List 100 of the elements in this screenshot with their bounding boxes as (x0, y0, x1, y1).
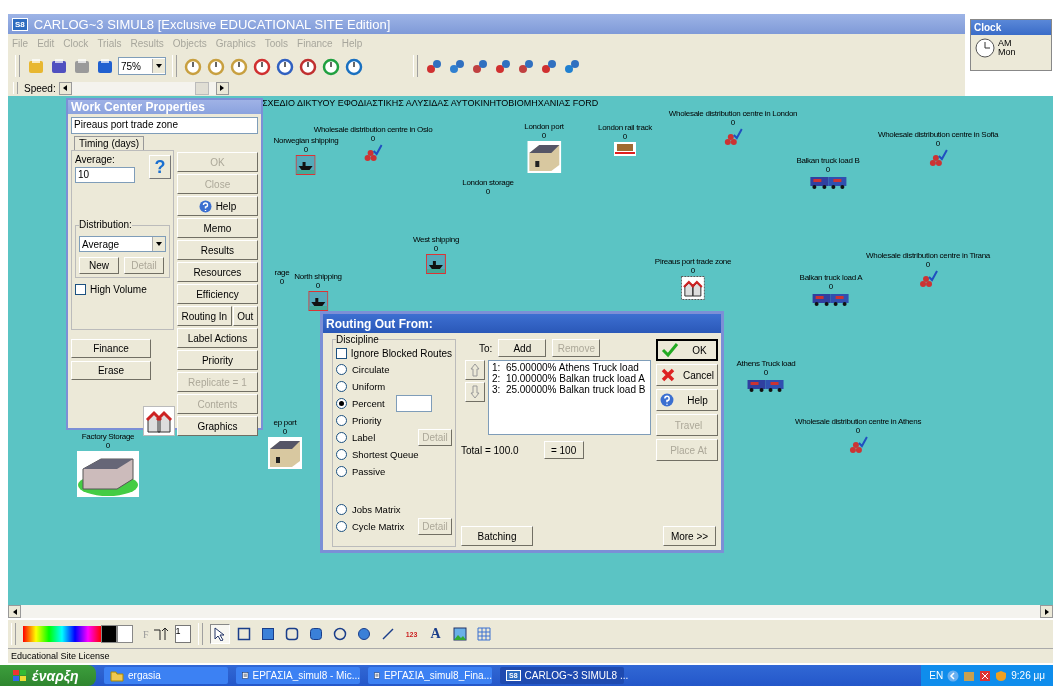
add-button[interactable]: Add (498, 339, 547, 357)
properties-button[interactable]: Resources (176, 262, 258, 282)
square-icon (236, 627, 251, 641)
taskbar-button[interactable]: ΕΡΓΑΣΙΑ_simul8 - Mic... (236, 667, 360, 684)
help-button[interactable]: ? (148, 155, 171, 179)
discipline-option-label: Priority (352, 414, 382, 426)
more-button[interactable]: More >> (663, 526, 716, 546)
discipline-radio[interactable] (336, 380, 347, 392)
percent-field[interactable] (395, 394, 432, 412)
taskbar-button[interactable]: ΕΡΓΑΣΙΑ_simul8_Fina... (368, 667, 492, 684)
canvas-heading: ΣΧΕΔΙΟ ΔΙΚΤΥΟΥ ΕΦΟΔΙΑΣΤΙΚΗΣ ΑΛΥΣΙΔΑΣ ΑΥΤΟΚΙΝΗΤΟΒΙΟΜΗΧΑΝΙΑΣ FORD (262, 98, 599, 108)
discipline-option-label: Shortest Queue (352, 448, 419, 460)
dialog-button[interactable]: Cancel (656, 364, 718, 386)
properties-button[interactable]: Out (232, 306, 258, 326)
destination-item[interactable]: 2: 10.00000% Balkan truck load A (492, 373, 647, 384)
image-icon (452, 627, 467, 641)
action-button[interactable]: Finance (71, 339, 151, 358)
line-width-spinner[interactable]: 1 (174, 625, 191, 643)
discipline-option-label: Percent (352, 397, 385, 409)
horizontal-scrollbar[interactable] (8, 605, 1053, 618)
object-count: 0 (315, 281, 321, 290)
discipline-option-label: Circulate (352, 363, 390, 375)
color-swatch[interactable] (117, 625, 133, 643)
ship-icon[interactable] (296, 155, 316, 175)
discipline-radio[interactable] (336, 397, 347, 409)
destination-item[interactable]: 1: 65.00000% Athens Truck load (492, 362, 647, 373)
tray-app-icon[interactable] (979, 669, 992, 682)
status-bar: Educational Site License (8, 648, 1053, 663)
truck-icon[interactable] (812, 292, 850, 306)
rail-wagon-icon[interactable] (614, 142, 636, 156)
object-label: London rail track (598, 123, 652, 132)
properties-button[interactable]: Label Actions (176, 328, 258, 348)
move-up-button[interactable] (465, 360, 485, 380)
properties-button[interactable]: Routing In (176, 306, 232, 326)
discipline-radio[interactable] (336, 363, 347, 375)
ignore-blocked-checkbox[interactable] (336, 348, 347, 359)
building-icon[interactable] (527, 141, 561, 173)
discipline-radio[interactable] (336, 520, 347, 532)
line-style-icon[interactable] (152, 626, 171, 642)
discipline-option-label: Passive (352, 465, 386, 477)
dialog-button[interactable]: OK (656, 339, 718, 361)
object-label: ep port (273, 418, 297, 427)
distribution-select[interactable]: Average (79, 236, 166, 252)
object-count: 0 (730, 118, 736, 127)
batching-button[interactable]: Batching (461, 526, 533, 546)
discipline-radio[interactable] (336, 465, 347, 477)
object-label: Athens Truck load (736, 359, 796, 368)
stopwatch-icon[interactable] (183, 56, 203, 76)
high-volume-checkbox[interactable] (75, 284, 86, 295)
discipline-radio[interactable] (336, 414, 347, 426)
dialog-button[interactable]: Help (656, 389, 718, 411)
destination-item[interactable]: 3: 25.00000% Balkan truck load B (492, 384, 647, 395)
truck-icon[interactable] (747, 378, 785, 392)
discipline-radio[interactable] (336, 448, 347, 460)
ignore-blocked-label: Ignore Blocked Routes (350, 348, 452, 359)
properties-button[interactable]: Memo (176, 218, 258, 238)
house-icon[interactable] (681, 276, 705, 300)
normalize-button[interactable]: = 100 (543, 441, 584, 459)
drawing-tool-button[interactable]: A (425, 624, 446, 644)
properties-button[interactable]: Help (176, 196, 258, 216)
house-icon (143, 406, 175, 436)
object-count: 0 (763, 368, 769, 377)
factory-icon[interactable] (77, 451, 139, 497)
truck-icon[interactable] (809, 175, 847, 189)
object-label: Wholesale distribution centre in Athens (794, 417, 922, 426)
stopwatch-icon[interactable] (229, 56, 249, 76)
object-count: 0 (825, 165, 831, 174)
properties-button[interactable]: Priority (176, 350, 258, 370)
discipline-label: Discipline (336, 334, 379, 345)
object-label: London port (524, 122, 564, 131)
clock-time: 9:26 μμ (1011, 670, 1045, 681)
properties-button[interactable]: Results (176, 240, 258, 260)
object-label: Wholesale distribution centre in London (668, 109, 798, 118)
action-button[interactable]: Erase (71, 361, 151, 380)
color-swatch[interactable] (101, 625, 117, 643)
average-field[interactable]: 10 (75, 167, 135, 183)
discipline-radio[interactable] (336, 503, 347, 515)
name-field[interactable]: Pireaus port trade zone (71, 117, 258, 134)
distribution-button[interactable]: New (79, 257, 119, 274)
ship-icon[interactable] (308, 291, 328, 311)
start-button[interactable]: έναρξη (0, 665, 96, 686)
timing-tab[interactable]: Timing (days) (74, 136, 145, 150)
move-down-button[interactable] (465, 382, 485, 402)
object-label: Norwegian shipping (273, 136, 339, 145)
ship-icon[interactable] (426, 254, 446, 274)
discipline-option-label: Uniform (352, 380, 386, 392)
drawing-tool-button[interactable] (209, 624, 230, 644)
checkmark-icon (661, 342, 679, 358)
stopwatch-icon[interactable] (206, 56, 226, 76)
zoom-select[interactable]: 75% (118, 57, 166, 75)
total-label: Total = 100.0 (461, 444, 519, 456)
discipline-radio[interactable] (336, 431, 347, 443)
building-icon[interactable] (268, 437, 302, 469)
speed-label: Speed: (24, 82, 56, 94)
taskbar-button[interactable]: ergasia (104, 667, 228, 684)
properties-button[interactable]: Efficiency (176, 284, 258, 304)
object-count: 0 (303, 145, 309, 154)
color-palette[interactable] (23, 626, 101, 642)
properties-button[interactable]: Graphics (176, 416, 258, 436)
speed-slider[interactable] (58, 81, 229, 95)
